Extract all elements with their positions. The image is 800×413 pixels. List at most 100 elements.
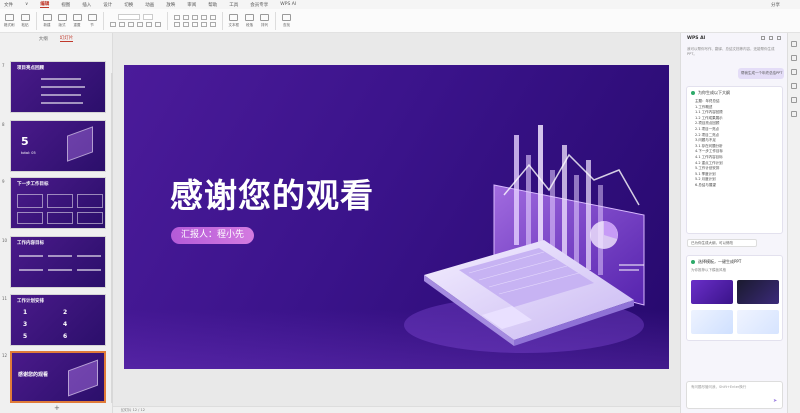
italic-icon[interactable] [118,22,125,27]
menu-item-file[interactable]: 文件 [4,2,13,8]
bullet-list-icon[interactable] [173,14,180,20]
arrange-button[interactable]: 排列 [260,13,269,28]
slide-title[interactable]: 感谢您的观看 [170,169,374,217]
comment-icon[interactable] [791,69,797,75]
menu-item-dropdown[interactable]: ∨ [25,2,28,7]
thumbnail-line [48,269,72,271]
side-toolbar [787,33,800,413]
section-label: 节 [90,22,94,27]
justify-icon[interactable] [200,21,207,27]
indent-icon[interactable] [191,14,198,20]
ribbon-divider [275,11,276,30]
template-thumbnail-purple[interactable] [691,280,733,304]
ribbon-toolbar: 格式刷 粘贴 新建 版式 重置 节 文本框 段落 排列 查找 [0,9,800,33]
textbox-button[interactable]: 文本框 [229,13,239,28]
menu-item-tools[interactable]: 工具 [229,2,238,8]
layout-button[interactable]: 版式 [57,13,67,28]
thumbnail-number-6: 6 [63,333,68,340]
thumbnail-line [77,269,101,271]
menu-item-slideshow[interactable]: 放映 [166,2,175,8]
thumbnail-title: 工作计划安排 [17,299,44,304]
template-thumbnail-dark[interactable] [737,280,779,304]
new-slide-label: 新建 [43,22,51,27]
align-center-icon[interactable] [182,21,189,27]
shape-icon[interactable] [791,97,797,103]
paragraph-button[interactable]: 段落 [245,13,254,28]
properties-icon[interactable] [791,41,797,47]
arrange-icon [260,13,269,21]
align-left-icon[interactable] [173,21,180,27]
laptop-illustration [67,126,93,162]
font-size-select[interactable] [142,14,153,20]
menu-item-edit[interactable]: 编辑 [40,1,50,8]
menu-item-design[interactable]: 设计 [103,2,112,8]
menu-item-animation[interactable]: 动画 [145,2,154,8]
slide-thumbnail-selected[interactable]: 感谢您的观看 [10,351,106,403]
send-icon[interactable]: ➤ [773,399,778,404]
outdent-icon[interactable] [200,14,207,20]
settings-icon[interactable] [769,36,773,40]
menu-bar: 文件 ∨ 编辑 视图 插入 设计 切换 动画 放映 审阅 帮助 工具 会员专享 … [0,0,800,9]
outline-chip[interactable]: 已为你生成大纲，可以修改 [687,239,757,247]
add-slide-icon[interactable]: + [54,404,60,412]
section-icon [87,13,97,21]
thumbnail-title: 下一步工作目标 [17,182,49,187]
slide-thumbnail[interactable]: 工作计划安排 1 2 3 4 5 6 [10,294,106,346]
slide-thumbnail[interactable]: 5 total: 05 [10,120,106,172]
menu-item-insert[interactable]: 插入 [82,2,91,8]
template-thumbnail-light-blue[interactable] [691,310,733,334]
reporter-pill[interactable]: 汇报人：程小先 [171,227,255,244]
line-spacing-icon[interactable] [209,14,216,20]
current-slide[interactable]: 感谢您的观看 汇报人：程小先 [124,65,669,369]
strikethrough-icon[interactable] [136,22,143,27]
reset-button[interactable]: 重置 [72,13,82,28]
slide-thumbnail[interactable]: 下一步工作目标 [10,177,106,229]
ribbon-divider [102,11,104,30]
format-painter-button[interactable]: 格式刷 [4,13,15,28]
menu-item-transition[interactable]: 切换 [124,2,133,8]
paragraph-controls [173,14,216,27]
thumbnail-number-2: 2 [63,309,68,316]
numbered-list-icon[interactable] [182,14,189,20]
find-button[interactable]: 查找 [282,13,291,28]
template-thumbnail-light[interactable] [737,310,779,334]
outline-item: 6.总结与展望 [695,182,716,187]
thumbnail-number: 7 [2,63,5,68]
text-direction-icon[interactable] [209,21,216,27]
slide-counter: 幻灯片 12 / 12 [121,408,145,412]
tab-slides[interactable]: 幻灯片 [59,35,74,42]
font-family-select[interactable] [117,14,140,20]
paste-button[interactable]: 粘贴 [20,13,30,28]
thumbnail-number: 10 [2,238,8,243]
menu-item-member[interactable]: 会员专享 [250,2,268,8]
more-icon[interactable] [791,111,797,117]
close-icon[interactable] [777,36,781,40]
font-color-icon[interactable] [145,22,152,27]
outline-card: 为你生成以下大纲 主题：年终总结 1.工作概述 1.1 工作内容回顾 1.2 工… [686,86,783,234]
animation-icon[interactable] [791,55,797,61]
thumbnail-big-number: 5 [21,135,29,148]
transition-icon[interactable] [791,83,797,89]
wps-ai-search[interactable]: WPS AI [280,2,296,7]
check-icon [691,91,695,95]
panel-tabs: 大纲 幻灯片 [0,33,112,44]
highlight-icon[interactable] [154,22,161,27]
bold-icon[interactable] [109,22,116,27]
thumbnail-box [47,212,73,224]
tab-outline[interactable]: 大纲 [39,36,48,42]
assistant-input[interactable]: 有问题尽管问我，Shift+Enter换行 ➤ [686,381,783,409]
new-slide-button[interactable]: 新建 [42,13,52,28]
menu-item-help[interactable]: 帮助 [208,2,217,8]
slide-thumbnail[interactable]: 项目亮点回顾 [10,61,106,113]
new-slide-icon [42,13,52,21]
section-button[interactable]: 节 [87,13,97,28]
slide-thumbnail[interactable]: 工作内容目标 [10,236,106,288]
outline-list[interactable]: 主题：年终总结 1.工作概述 1.1 工作内容回顾 1.2 工作成果展示 2.项… [687,99,782,189]
underline-icon[interactable] [127,22,134,27]
menu-item-review[interactable]: 审阅 [187,2,196,8]
share-button[interactable]: 分享 [771,2,780,8]
expand-icon[interactable] [761,36,765,40]
align-right-icon[interactable] [191,21,198,27]
menu-item-view[interactable]: 视图 [61,2,70,8]
assistant-header: WPS AI [681,33,787,43]
